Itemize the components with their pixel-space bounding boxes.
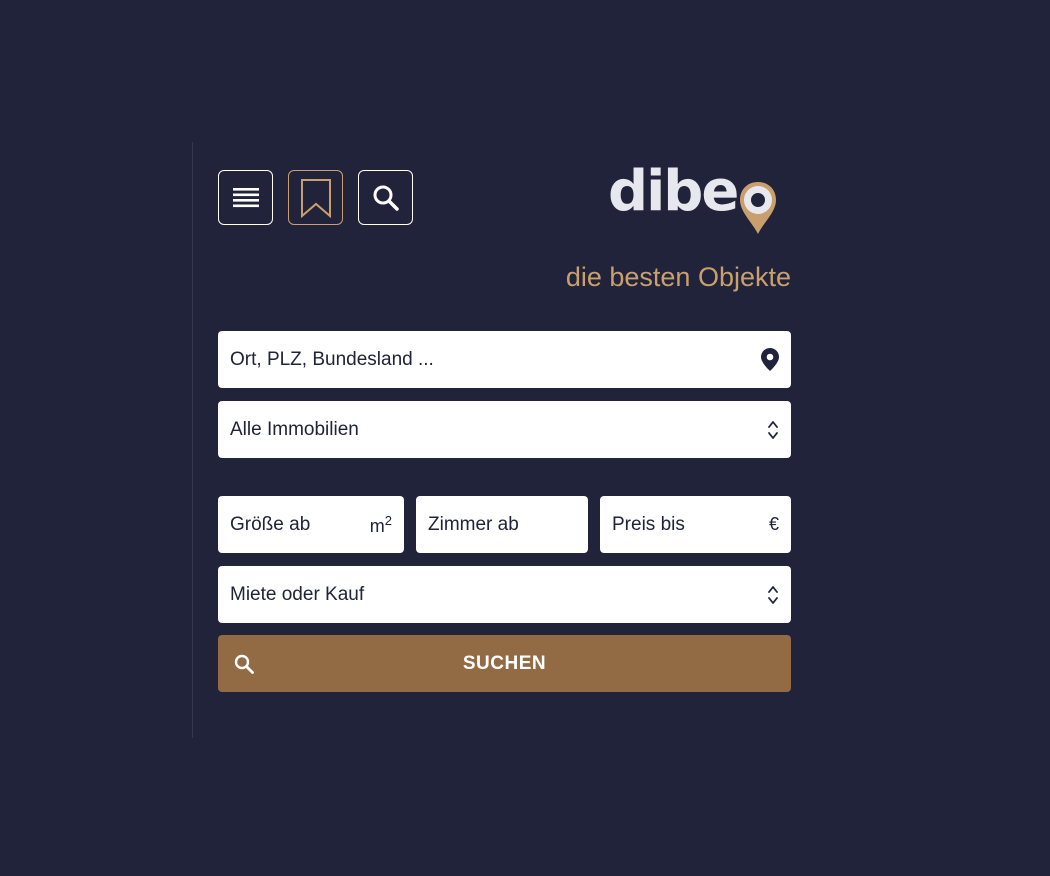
search-submit-button[interactable]: SUCHEN [218,635,791,692]
search-icon [234,654,254,674]
search-icon [373,185,399,211]
rent-or-buy-select[interactable]: Miete oder Kauf [218,566,791,623]
rent-or-buy-value: Miete oder Kauf [230,583,365,605]
search-submit-label: SUCHEN [462,652,547,674]
bookmark-icon [300,178,331,218]
search-toggle-button[interactable] [358,170,413,225]
size-unit: m2 [369,512,392,536]
chevron-up-down-icon [768,420,778,439]
size-placeholder: Größe ab [230,513,311,535]
map-pin-icon [761,348,779,371]
price-placeholder: Preis bis [612,513,685,535]
menu-button[interactable] [218,170,273,225]
vertical-divider [192,142,193,738]
price-unit: € [768,514,779,534]
rooms-input[interactable]: Zimmer ab [416,496,588,553]
page: dibe die besten Objekte Ort, PLZ, Bundes… [0,0,1050,876]
tagline: die besten Objekte [565,262,791,292]
logo[interactable]: dibe [608,150,792,238]
property-type-select[interactable]: Alle Immobilien [218,401,791,458]
size-input[interactable]: Größe ab m2 [218,496,404,553]
price-input[interactable]: Preis bis € [600,496,791,553]
location-pin-logo-icon [740,182,777,234]
location-placeholder: Ort, PLZ, Bundesland ... [230,348,434,370]
logo-text: dibe [608,159,739,224]
menu-icon [232,187,259,207]
chevron-up-down-icon [768,585,778,604]
rooms-placeholder: Zimmer ab [428,513,519,535]
location-input[interactable]: Ort, PLZ, Bundesland ... [218,331,791,388]
property-type-value: Alle Immobilien [230,418,359,440]
bookmark-button[interactable] [288,170,343,225]
